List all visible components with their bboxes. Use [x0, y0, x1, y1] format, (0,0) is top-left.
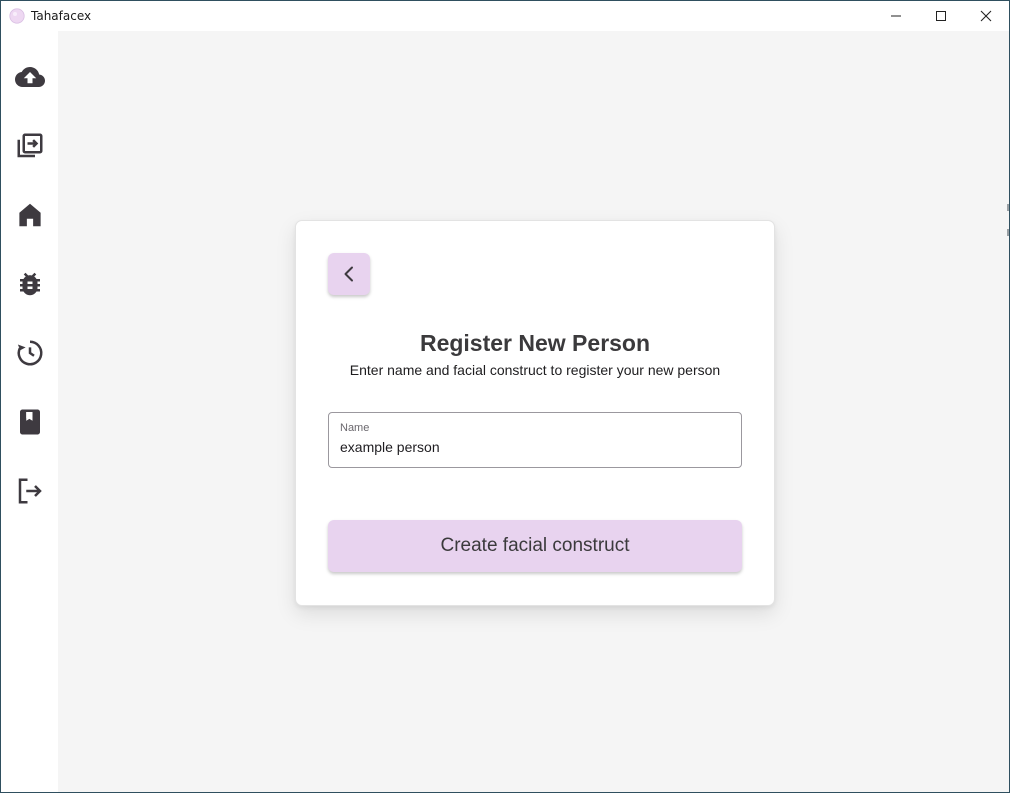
app-window: Tahafacex Register New Person Enter name…: [0, 0, 1010, 793]
sidebar-item-home[interactable]: [11, 196, 49, 234]
register-person-card: Register New Person Enter name and facia…: [295, 220, 775, 606]
window-title: Tahafacex: [31, 9, 92, 23]
minimize-button[interactable]: [873, 1, 919, 31]
import-library-icon: [17, 133, 43, 158]
logout-icon: [18, 478, 42, 504]
window-edge-mark: [1007, 204, 1009, 211]
name-field[interactable]: Name example person: [328, 412, 742, 468]
cloud-upload-icon: [15, 67, 45, 87]
home-icon: [19, 203, 41, 227]
maximize-button[interactable]: [918, 1, 964, 31]
sidebar-nav: [1, 31, 58, 792]
close-icon: [980, 10, 992, 22]
back-button[interactable]: [328, 253, 370, 295]
minimize-icon: [891, 15, 901, 17]
app-logo-icon: [9, 8, 25, 24]
chevron-left-icon: [344, 266, 353, 282]
create-facial-construct-button[interactable]: Create facial construct: [328, 520, 742, 572]
sidebar-item-history[interactable]: [11, 334, 49, 372]
maximize-icon: [936, 11, 946, 21]
page-subtitle: Enter name and facial construct to regis…: [349, 362, 721, 378]
sidebar-item-logout[interactable]: [11, 472, 49, 510]
sidebar-item-debug[interactable]: [11, 265, 49, 303]
bug-icon: [20, 272, 40, 296]
sidebar-item-upload[interactable]: [11, 58, 49, 96]
bookmark-book-icon: [20, 409, 40, 435]
name-field-value[interactable]: example person: [340, 439, 440, 456]
title-bar[interactable]: Tahafacex: [1, 1, 1009, 31]
name-field-label: Name: [340, 422, 370, 434]
page-title: Register New Person: [419, 330, 651, 356]
history-icon: [17, 340, 43, 366]
main-content: Register New Person Enter name and facia…: [58, 31, 1009, 792]
sidebar-item-bookmarks[interactable]: [11, 403, 49, 441]
window-edge-mark: [1007, 229, 1009, 236]
close-button[interactable]: [963, 1, 1009, 31]
sidebar-item-import[interactable]: [11, 127, 49, 165]
